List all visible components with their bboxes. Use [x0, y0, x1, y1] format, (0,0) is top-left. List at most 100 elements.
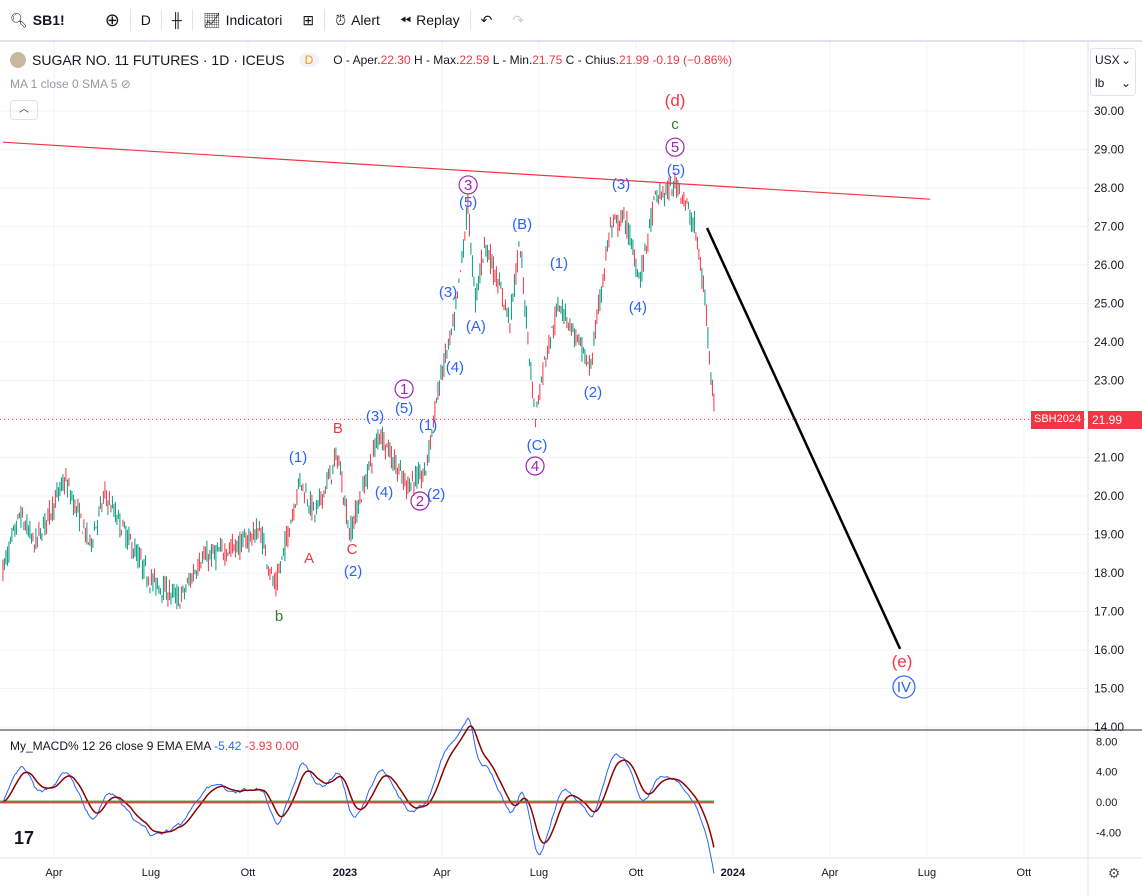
time-tick-label: Apr	[433, 867, 450, 879]
chevron-down-icon: ⌄	[1120, 53, 1131, 67]
wave-label: (4)	[629, 299, 647, 316]
projection-line	[705, 227, 902, 650]
top-toolbar: 🔍︎ SB1! ⊕ D ╫ 📈︎ Indicatori ⊞ ⏰︎ Alert ⏪︎ Re…	[0, 0, 1142, 40]
chart-type-button[interactable]: ╫	[162, 0, 192, 40]
grid-icon: ⊞	[302, 11, 315, 28]
wave-label: (A)	[466, 318, 486, 335]
wave-label: (B)	[512, 216, 532, 233]
price-tick-label: 23.00	[1094, 374, 1124, 388]
symbol-title: SUGAR NO. 11 FUTURES · 1D · ICEUS	[32, 52, 285, 68]
time-tick-label: Lug	[142, 867, 160, 879]
compare-button[interactable]: ⊕	[95, 0, 130, 40]
redo-icon: ↷	[512, 11, 525, 28]
wave-label: c	[671, 116, 679, 133]
wave-label: b	[275, 608, 283, 625]
wave-label: 2	[416, 493, 424, 510]
alarm-clock-icon: ⏰︎	[335, 11, 347, 28]
symbol-logo-icon	[10, 52, 26, 68]
symbol-legend: SUGAR NO. 11 FUTURES · 1D · ICEUS D O - …	[10, 52, 732, 68]
wave-label: B	[333, 420, 343, 437]
wave-label: IV	[897, 679, 911, 696]
ma-legend[interactable]: MA 1 close 0 SMA 5 ⊘	[10, 77, 131, 91]
redo-button[interactable]: ↷	[502, 0, 534, 40]
price-tick-label: 30.00	[1094, 104, 1124, 118]
high-value: 22.59	[459, 53, 490, 67]
undo-button[interactable]: ↶	[471, 0, 503, 40]
symbol-search-button[interactable]: 🔍︎ SB1!	[0, 0, 75, 40]
bars-icon: ╫	[171, 12, 182, 28]
chart-pane[interactable]: 30.00 29.00 28.00 27.00 26.00 25.00 24.00 23.00…	[0, 42, 1142, 896]
chevron-down-icon: ⌄	[1120, 76, 1131, 90]
indicators-button[interactable]: 📈︎ Indicatori	[193, 0, 293, 40]
price-tick-label: 15.00	[1094, 682, 1124, 696]
time-tick-label: 2024	[721, 867, 746, 879]
plus-circle-icon: ⊕	[104, 9, 120, 30]
macd-value: -5.42	[214, 739, 242, 753]
wave-label: 4	[531, 458, 539, 475]
change-value: -0.19 (−0.86%)	[652, 53, 733, 67]
wave-label: (1)	[550, 255, 568, 272]
price-tick-label: 27.00	[1094, 220, 1124, 234]
wave-label: (3)	[366, 408, 384, 425]
market-status-badge: D	[298, 53, 320, 67]
undo-icon: ↶	[480, 11, 493, 28]
time-tick-label: Ott	[241, 867, 256, 879]
price-tick-label: 25.00	[1094, 297, 1124, 311]
wave-label: (5)	[667, 162, 685, 179]
price-tick-label: 24.00	[1094, 335, 1124, 349]
wave-label: 1	[400, 381, 408, 398]
tradingview-logo[interactable]: 17	[14, 828, 34, 849]
open-value: 22.30	[380, 53, 411, 67]
currency-select[interactable]: USX ⌄	[1091, 49, 1135, 72]
time-tick-label: Apr	[821, 867, 838, 879]
wave-label: (2)	[344, 563, 362, 580]
unit-select[interactable]: lb ⌄	[1091, 72, 1135, 95]
macd-tick-label: 8.00	[1096, 736, 1117, 748]
wave-label: C	[347, 541, 358, 558]
time-tick-label: Apr	[45, 867, 62, 879]
settings-icon[interactable]: ⚙	[1108, 865, 1121, 881]
wave-label: (d)	[665, 91, 686, 110]
price-tick-label: 26.00	[1094, 258, 1124, 272]
price-tick-label: 19.00	[1094, 528, 1124, 542]
wave-label: (4)	[446, 359, 464, 376]
wave-label: (5)	[395, 400, 413, 417]
price-tick-label: 14.00	[1094, 720, 1124, 734]
time-tick-label: 2023	[333, 867, 357, 879]
indicators-icon: 📈︎	[202, 11, 221, 28]
wave-label: (1)	[419, 417, 437, 434]
alert-button[interactable]: ⏰︎ Alert	[325, 0, 390, 40]
macd-tick-label: -4.00	[1096, 827, 1121, 839]
ma-label: MA 1 close 0 SMA 5	[10, 77, 118, 91]
unit-label: lb	[1095, 76, 1105, 90]
wave-label: 5	[671, 139, 679, 156]
time-tick-label: Ott	[1017, 867, 1032, 879]
macd-legend[interactable]: My_MACD% 12 26 close 9 EMA EMA -5.42 -3.…	[10, 739, 299, 753]
open-label: O - Aper.	[333, 53, 381, 67]
collapse-legend-button[interactable]: ︿	[10, 100, 38, 120]
unit-selector[interactable]: USX ⌄ lb ⌄	[1090, 48, 1136, 96]
low-value: 21.75	[532, 53, 563, 67]
eye-hidden-icon[interactable]: ⊘	[121, 77, 131, 91]
price-tick-label: 20.00	[1094, 489, 1124, 503]
close-value: 21.99	[618, 53, 649, 67]
time-tick-label: Lug	[530, 867, 548, 879]
wave-label: A	[304, 550, 314, 567]
interval-label: D	[140, 12, 151, 28]
symbol-label: SB1!	[32, 12, 65, 28]
price-chart[interactable]: 30.0029.0028.0027.0026.0025.0024.0023.00…	[0, 42, 1142, 896]
time-tick-label: Ott	[629, 867, 644, 879]
wave-label: (3)	[439, 284, 457, 301]
rewind-icon: ⏪︎	[399, 11, 412, 28]
time-tick-label: Lug	[918, 867, 936, 879]
price-tick-label: 28.00	[1094, 181, 1124, 195]
close-label: C - Chius.	[565, 53, 619, 67]
layouts-button[interactable]: ⊞	[292, 0, 324, 40]
wave-label: (2)	[584, 384, 602, 401]
replay-label: Replay	[416, 12, 460, 28]
symbol-price-tag: SBH2024	[1031, 411, 1085, 429]
indicators-label: Indicatori	[225, 12, 283, 28]
search-icon: 🔍︎	[10, 11, 28, 28]
replay-button[interactable]: ⏪︎ Replay	[390, 0, 470, 40]
interval-button[interactable]: D	[131, 0, 161, 40]
